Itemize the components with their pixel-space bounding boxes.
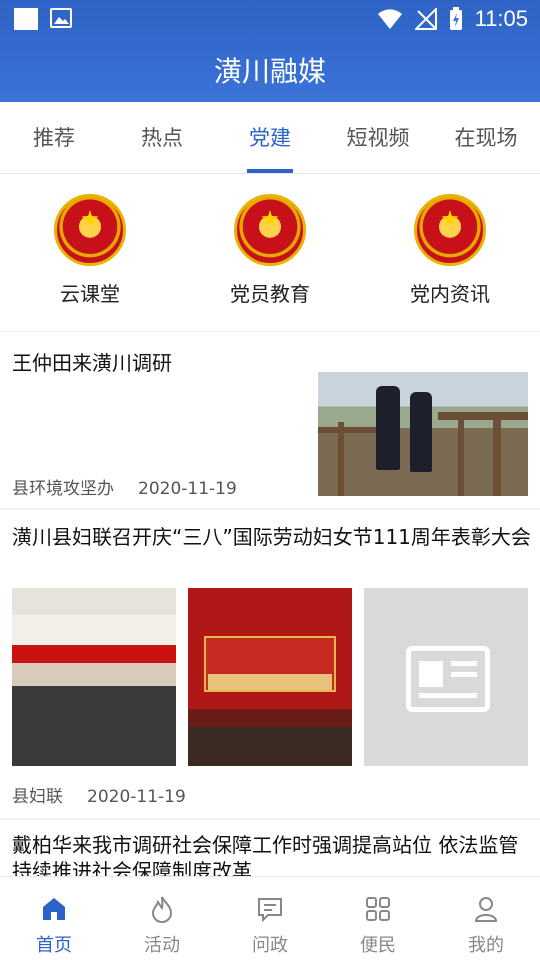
nav-services[interactable]: 便民 [324, 877, 432, 960]
tab-hot[interactable]: 热点 [108, 102, 216, 173]
channel-tabs: 推荐 热点 党建 短视频 在现场 [0, 102, 540, 174]
image-notification-icon [50, 8, 72, 28]
quick-link-member-education[interactable]: 党员教育 [180, 176, 360, 331]
quick-link-label: 云课堂 [60, 282, 120, 306]
notification-icon [14, 8, 38, 30]
status-time: 11:05 [474, 6, 528, 31]
quick-link-cloud-classroom[interactable]: 云课堂 [0, 176, 180, 331]
national-emblem-icon [54, 194, 126, 266]
news-item[interactable]: 戴柏华来我市调研社会保障工作时强调提高站位 依法监管 持续推进社会保障制度改革 [0, 820, 540, 876]
nav-activity[interactable]: 活动 [108, 877, 216, 960]
news-source: 县环境攻坚办 [12, 479, 114, 499]
tab-on-site[interactable]: 在现场 [432, 102, 540, 173]
grid-icon [366, 897, 390, 921]
image-placeholder [364, 588, 528, 766]
tab-recommend[interactable]: 推荐 [0, 102, 108, 173]
news-title: 王仲田来潢川调研 [12, 351, 172, 375]
message-icon [258, 898, 282, 922]
battery-charging-icon [449, 7, 462, 30]
nav-label: 问政 [252, 935, 288, 956]
tab-party-building[interactable]: 党建 [216, 102, 324, 173]
status-bar: 11:05 [0, 0, 540, 38]
quick-link-label: 党内资讯 [410, 282, 490, 306]
news-date: 2020-11-19 [138, 479, 237, 499]
nav-label: 活动 [144, 935, 180, 956]
national-emblem-icon [234, 194, 306, 266]
news-title: 戴柏华来我市调研社会保障工作时强调提高站位 依法监管 持续推进社会保障制度改革 [12, 833, 519, 876]
quick-link-label: 党员教育 [230, 282, 310, 306]
no-signal-icon [414, 8, 437, 30]
app-header: 11:05 潢川融媒 [0, 0, 540, 102]
nav-label: 我的 [468, 935, 504, 956]
nav-inquiry[interactable]: 问政 [216, 877, 324, 960]
nav-label: 首页 [36, 935, 72, 956]
news-thumbnails [12, 588, 528, 766]
news-date: 2020-11-19 [87, 787, 186, 807]
app-title: 潢川融媒 [213, 55, 326, 88]
divider [0, 508, 540, 510]
nav-home[interactable]: 首页 [0, 877, 108, 960]
national-emblem-icon [414, 194, 486, 266]
article-placeholder-icon [406, 646, 490, 712]
wifi-icon [377, 9, 402, 29]
flame-icon [151, 896, 173, 923]
quick-links: 云课堂 党员教育 党内资讯 [0, 176, 540, 332]
home-icon [43, 898, 65, 920]
nav-label: 便民 [360, 935, 396, 956]
news-meta: 县环境攻坚办 2020-11-19 [12, 474, 261, 499]
bottom-navigation: 首页 活动 问政 便民 我的 [0, 876, 540, 960]
news-thumbnail [12, 588, 176, 766]
news-source: 县妇联 [12, 787, 63, 807]
news-thumbnail [188, 588, 352, 766]
news-title: 潢川县妇联召开庆“三八”国际劳动妇女节111周年表彰大会 [12, 525, 531, 549]
news-meta: 县妇联 2020-11-19 [12, 782, 210, 807]
tab-short-video[interactable]: 短视频 [324, 102, 432, 173]
quick-link-party-news[interactable]: 党内资讯 [360, 176, 540, 331]
news-thumbnail [318, 372, 528, 496]
nav-profile[interactable]: 我的 [432, 877, 540, 960]
user-icon [474, 897, 498, 922]
